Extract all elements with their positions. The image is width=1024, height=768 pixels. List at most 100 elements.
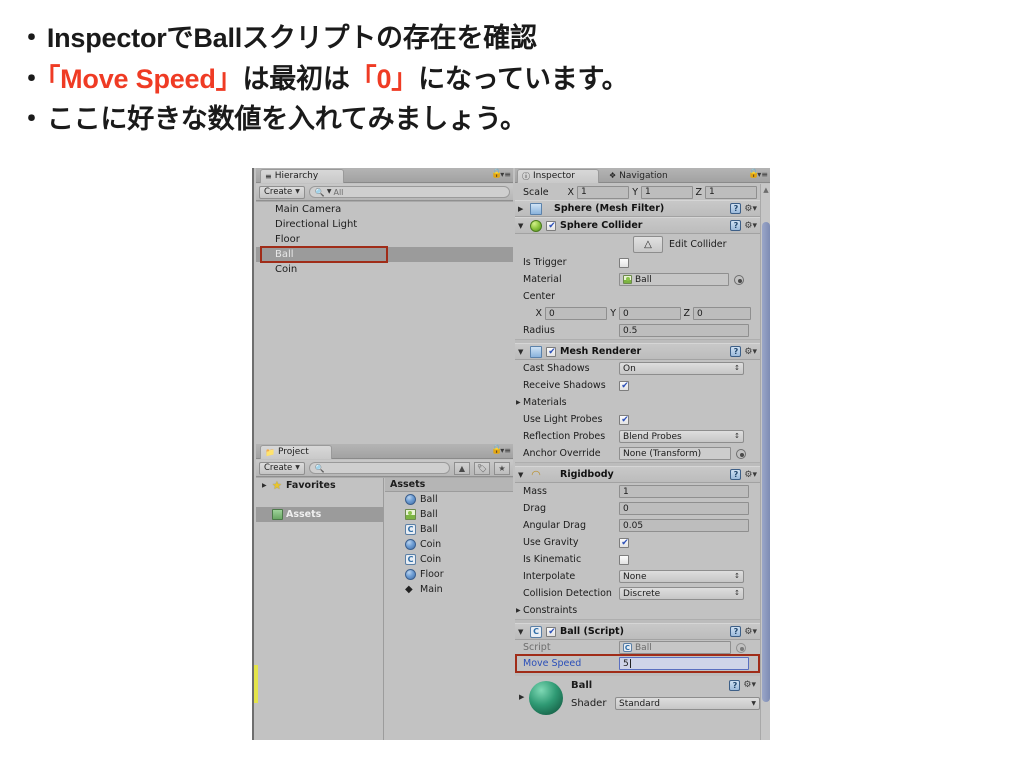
hierarchy-item-directional-light[interactable]: Directional Light xyxy=(256,217,513,232)
asset-item-main-scene[interactable]: ◆ Main xyxy=(385,582,513,597)
collider-edit-icon: △ xyxy=(644,238,652,250)
constraints-row[interactable]: ▶ Constraints xyxy=(515,602,760,619)
material-name: Ball xyxy=(571,680,593,691)
hierarchy-item-floor[interactable]: Floor xyxy=(256,232,513,247)
object-picker-icon[interactable] xyxy=(736,642,746,653)
chevron-right-icon[interactable]: ▶ xyxy=(519,693,524,701)
lock-icon[interactable]: 🔒 xyxy=(491,170,502,179)
center-y-label: Y xyxy=(610,308,616,319)
hierarchy-item-ball[interactable]: Ball xyxy=(256,247,513,262)
chevron-down-icon[interactable]: ▼ xyxy=(518,348,526,356)
panel-menu-icon[interactable]: ▾≡ xyxy=(500,171,511,179)
panel-menu-icon[interactable]: ▾≡ xyxy=(500,447,511,455)
is-trigger-checkbox[interactable] xyxy=(619,257,629,268)
asset-item-coin-prefab[interactable]: Coin xyxy=(385,537,513,552)
use-light-probes-checkbox[interactable] xyxy=(619,414,630,426)
ball-script-enabled-checkbox[interactable] xyxy=(546,626,557,638)
help-icon[interactable]: ? xyxy=(730,203,742,214)
filter-favorites-button[interactable]: ★ xyxy=(494,461,510,475)
gear-icon[interactable]: ⚙▾ xyxy=(744,347,757,357)
sphere-collider-icon xyxy=(530,219,542,232)
anchor-override-field[interactable]: None (Transform) xyxy=(619,447,731,460)
cast-shadows-dropdown[interactable]: On ↕ xyxy=(619,362,744,375)
gear-icon[interactable]: ⚙▾ xyxy=(744,470,757,480)
help-icon[interactable]: ? xyxy=(730,469,742,480)
hierarchy-icon: ≡ xyxy=(265,171,272,181)
updown-arrows-icon: ↕ xyxy=(734,572,740,580)
chevron-right-icon[interactable]: ▶ xyxy=(518,205,526,213)
gear-icon[interactable]: ⚙▾ xyxy=(744,627,757,637)
hierarchy-item-coin[interactable]: Coin xyxy=(256,262,513,277)
component-header-mesh-filter[interactable]: ▶ Sphere (Mesh Filter) ? ⚙▾ xyxy=(515,200,760,217)
chevron-right-icon[interactable]: ▶ xyxy=(516,607,523,614)
help-icon[interactable]: ? xyxy=(729,680,741,691)
chevron-down-icon[interactable]: ▼ xyxy=(518,222,526,230)
help-icon[interactable]: ? xyxy=(730,346,742,357)
asset-item-ball-material[interactable]: Ball xyxy=(385,507,513,522)
hierarchy-item-main-camera[interactable]: Main Camera xyxy=(256,202,513,217)
project-create-button[interactable]: Create ▼ xyxy=(259,461,305,475)
scale-y-field[interactable]: 1 xyxy=(641,185,693,199)
component-header-rigidbody[interactable]: ▼ ◠ Rigidbody ? ⚙▾ xyxy=(515,466,760,483)
object-picker-icon[interactable] xyxy=(736,448,746,459)
hierarchy-create-button[interactable]: Create ▼ xyxy=(259,185,305,199)
component-header-ball-script[interactable]: ▼ C Ball (Script) ? ⚙▾ xyxy=(515,623,760,640)
tab-navigation[interactable]: ❖ Navigation xyxy=(605,169,697,183)
gear-icon[interactable]: ⚙▾ xyxy=(743,680,756,691)
receive-shadows-checkbox[interactable] xyxy=(619,380,630,392)
collider-material-field[interactable]: Ball xyxy=(619,273,729,286)
filter-by-label-button[interactable]: 🏷 xyxy=(474,461,490,475)
chevron-down-icon[interactable]: ▼ xyxy=(518,471,526,479)
scroll-up-arrow-icon[interactable]: ▲ xyxy=(762,186,770,194)
asset-item-ball-prefab[interactable]: Ball xyxy=(385,492,513,507)
sphere-collider-enabled-checkbox[interactable] xyxy=(546,220,557,232)
move-speed-field[interactable]: 5 xyxy=(619,657,749,670)
is-kinematic-checkbox[interactable] xyxy=(619,554,629,565)
lock-icon[interactable]: 🔒 xyxy=(491,446,502,455)
drag-field[interactable]: 0 xyxy=(619,502,749,515)
center-y-field[interactable]: 0 xyxy=(619,307,681,320)
object-picker-icon[interactable] xyxy=(734,274,744,285)
help-icon[interactable]: ? xyxy=(730,220,742,231)
chevron-right-icon[interactable]: ▶ xyxy=(516,399,523,406)
angular-drag-label: Angular Drag xyxy=(523,520,587,531)
gear-icon[interactable]: ⚙▾ xyxy=(744,204,757,214)
gear-icon[interactable]: ⚙▾ xyxy=(744,221,757,231)
mass-field[interactable]: 1 xyxy=(619,485,749,498)
tab-project[interactable]: 📁 Project xyxy=(260,445,332,459)
panel-menu-icon[interactable]: ▾≡ xyxy=(757,171,768,179)
hierarchy-search-input[interactable]: 🔍 ▼ All xyxy=(308,186,510,198)
inspector-scrollbar[interactable]: ▲ xyxy=(760,184,770,740)
project-toolbar: Create ▼ 🔍 ▲ 🏷 ★ xyxy=(256,460,513,477)
reflection-probes-dropdown[interactable]: Blend Probes ↕ xyxy=(619,430,744,443)
use-gravity-checkbox[interactable] xyxy=(619,537,630,549)
tab-inspector[interactable]: ⓘ Inspector xyxy=(517,169,599,183)
filter-by-type-button[interactable]: ▲ xyxy=(454,461,470,475)
component-header-sphere-collider[interactable]: ▼ Sphere Collider ? ⚙▾ xyxy=(515,217,760,234)
script-field[interactable]: C Ball xyxy=(619,641,731,654)
interpolate-dropdown[interactable]: None ↕ xyxy=(619,570,744,583)
edit-collider-button[interactable]: △ xyxy=(633,235,663,253)
scale-x-field[interactable]: 1 xyxy=(577,185,629,199)
collider-radius-field[interactable]: 0.5 xyxy=(619,324,749,337)
help-icon[interactable]: ? xyxy=(730,626,742,637)
inspector-scrollbar-thumb[interactable] xyxy=(762,222,770,702)
project-tree-item-assets[interactable]: Assets xyxy=(256,507,383,522)
asset-item-floor[interactable]: Floor xyxy=(385,567,513,582)
project-tree-item-favorites[interactable]: ▶ ★ Favorites xyxy=(256,478,383,493)
collision-detection-dropdown[interactable]: Discrete ↕ xyxy=(619,587,744,600)
center-x-field[interactable]: 0 xyxy=(545,307,607,320)
scale-z-field[interactable]: 1 xyxy=(705,185,757,199)
project-search-input[interactable]: 🔍 xyxy=(308,462,450,474)
component-header-mesh-renderer[interactable]: ▼ Mesh Renderer ? ⚙▾ xyxy=(515,343,760,360)
lock-icon[interactable]: 🔒 xyxy=(748,170,759,179)
chevron-down-icon[interactable]: ▼ xyxy=(518,628,526,636)
materials-row[interactable]: ▶ Materials xyxy=(515,394,760,411)
center-z-field[interactable]: 0 xyxy=(693,307,751,320)
asset-item-ball-script[interactable]: C Ball xyxy=(385,522,513,537)
angular-drag-field[interactable]: 0.05 xyxy=(619,519,749,532)
mesh-renderer-enabled-checkbox[interactable] xyxy=(546,346,557,358)
tab-hierarchy[interactable]: ≡ Hierarchy xyxy=(260,169,344,183)
shader-dropdown[interactable]: Standard ▼ xyxy=(615,697,760,710)
asset-item-coin-script[interactable]: C Coin xyxy=(385,552,513,567)
